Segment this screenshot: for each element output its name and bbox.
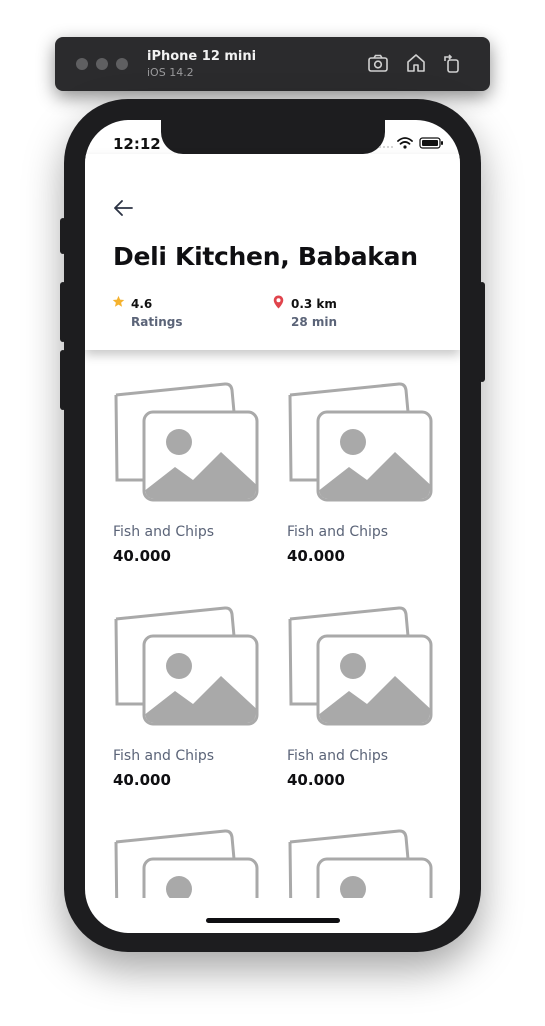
menu-grid: Fish and Chips 40.000 Fish and Chips 40.… bbox=[85, 350, 460, 898]
menu-item-name: Fish and Chips bbox=[113, 524, 215, 540]
simulator-toolbar: iPhone 12 mini iOS 14.2 bbox=[55, 37, 490, 91]
location-pin-icon bbox=[273, 295, 284, 309]
menu-item-name: Fish and Chips bbox=[113, 748, 215, 764]
menu-item-card[interactable] bbox=[287, 827, 437, 898]
image-placeholder-icon bbox=[288, 829, 433, 898]
image-placeholder-icon bbox=[114, 382, 259, 502]
window-zoom-dot[interactable] bbox=[116, 58, 128, 70]
menu-item-name: Fish and Chips bbox=[287, 748, 389, 764]
menu-item-price: 40.000 bbox=[287, 771, 345, 789]
image-placeholder-icon bbox=[114, 606, 259, 726]
home-indicator[interactable] bbox=[206, 918, 340, 923]
menu-item-name: Fish and Chips bbox=[287, 524, 389, 540]
menu-item-card[interactable]: Fish and Chips 40.000 bbox=[113, 380, 263, 580]
travel-time: 28 min bbox=[291, 315, 338, 329]
status-icons bbox=[379, 137, 443, 149]
menu-item-card[interactable]: Fish and Chips 40.000 bbox=[113, 604, 263, 804]
restaurant-header: Deli Kitchen, Babakan 4.6 Ratings 0.3 km… bbox=[85, 154, 460, 350]
rotate-icon[interactable] bbox=[440, 51, 464, 75]
restaurant-name: Deli Kitchen, Babakan bbox=[113, 242, 418, 271]
menu-item-card[interactable] bbox=[113, 827, 263, 898]
image-placeholder-icon bbox=[288, 382, 433, 502]
distance-value: 0.3 km bbox=[291, 297, 337, 311]
volume-down-button bbox=[60, 350, 66, 410]
rating-value: 4.6 bbox=[131, 297, 153, 311]
device-name: iPhone 12 mini bbox=[147, 49, 257, 64]
volume-up-button bbox=[60, 282, 66, 342]
os-version: iOS 14.2 bbox=[147, 66, 194, 79]
home-icon[interactable] bbox=[404, 51, 428, 75]
menu-item-price: 40.000 bbox=[113, 547, 171, 565]
window-minimize-dot[interactable] bbox=[96, 58, 108, 70]
menu-item-price: 40.000 bbox=[113, 771, 171, 789]
back-arrow-icon[interactable] bbox=[111, 196, 135, 220]
signal-icon bbox=[379, 146, 393, 148]
menu-item-card[interactable]: Fish and Chips 40.000 bbox=[287, 380, 437, 580]
star-icon bbox=[112, 295, 125, 307]
image-placeholder-icon bbox=[114, 829, 259, 898]
image-placeholder-icon bbox=[288, 606, 433, 726]
window-close-dot[interactable] bbox=[76, 58, 88, 70]
wifi-icon bbox=[397, 137, 413, 145]
menu-item-card[interactable]: Fish and Chips 40.000 bbox=[287, 604, 437, 804]
screenshot-icon[interactable] bbox=[366, 51, 390, 75]
status-time: 12:12 bbox=[113, 135, 161, 153]
phone-screen: 12:12 Deli Kitchen, Babakan 4.6 Ratings … bbox=[85, 120, 460, 933]
power-button bbox=[479, 282, 485, 382]
rating-label: Ratings bbox=[131, 315, 183, 329]
menu-item-price: 40.000 bbox=[287, 547, 345, 565]
mute-switch bbox=[60, 218, 66, 254]
battery-icon bbox=[419, 137, 443, 149]
notch bbox=[161, 120, 385, 154]
